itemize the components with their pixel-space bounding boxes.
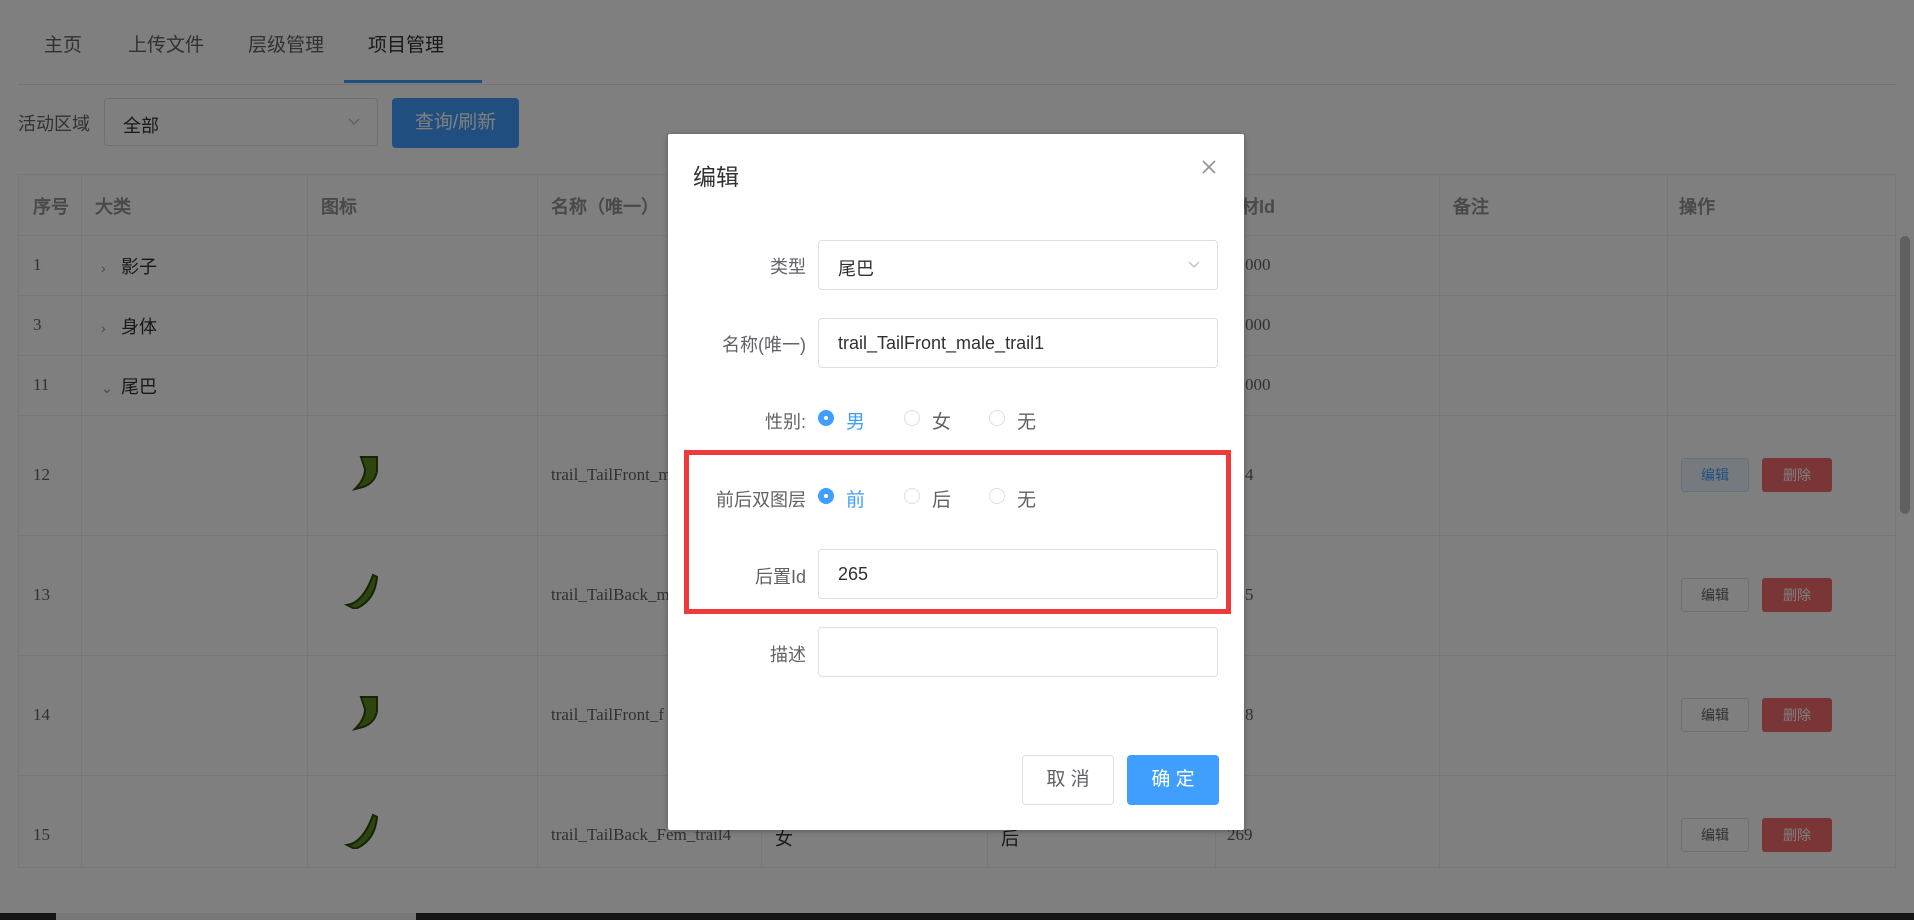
chevron-down-icon (1188, 261, 1200, 269)
radio-dot (818, 410, 834, 426)
back-id-field[interactable]: 265 (818, 549, 1218, 599)
description-label: 描述 (770, 645, 806, 665)
dialog-title: 编辑 (693, 164, 739, 190)
radio-label: 女 (932, 412, 952, 433)
radio-label: 前 (846, 490, 866, 511)
name-field[interactable]: trail_TailFront_male_trail1 (818, 318, 1218, 368)
radio-dot (904, 410, 920, 426)
radio-dot (818, 488, 834, 504)
back-id-value: 265 (838, 564, 869, 584)
name-label: 名称(唯一) (722, 335, 806, 355)
name-field-value: trail_TailFront_male_trail1 (838, 333, 1045, 353)
back-id-label: 后置Id (754, 567, 806, 587)
gender-label: 性别: (764, 412, 806, 432)
radio-label: 无 (1017, 490, 1037, 511)
description-field[interactable] (818, 627, 1218, 677)
confirm-button[interactable]: 确 定 (1127, 755, 1219, 805)
layer-label: 前后双图层 (716, 490, 806, 510)
radio-dot (989, 410, 1005, 426)
type-select-value: 尾巴 (838, 259, 874, 279)
radio-dot (989, 488, 1005, 504)
radio-label: 无 (1017, 412, 1037, 433)
radio-label: 男 (846, 412, 866, 433)
close-icon[interactable] (1198, 156, 1220, 178)
radio-label: 后 (932, 490, 952, 511)
type-label: 类型 (770, 257, 806, 277)
radio-dot (904, 488, 920, 504)
edit-dialog: 编辑 类型 尾巴 名称(唯一) trail_TailFront_male_tra… (668, 134, 1244, 830)
type-select[interactable]: 尾巴 (818, 240, 1218, 290)
cancel-button[interactable]: 取 消 (1022, 755, 1114, 805)
